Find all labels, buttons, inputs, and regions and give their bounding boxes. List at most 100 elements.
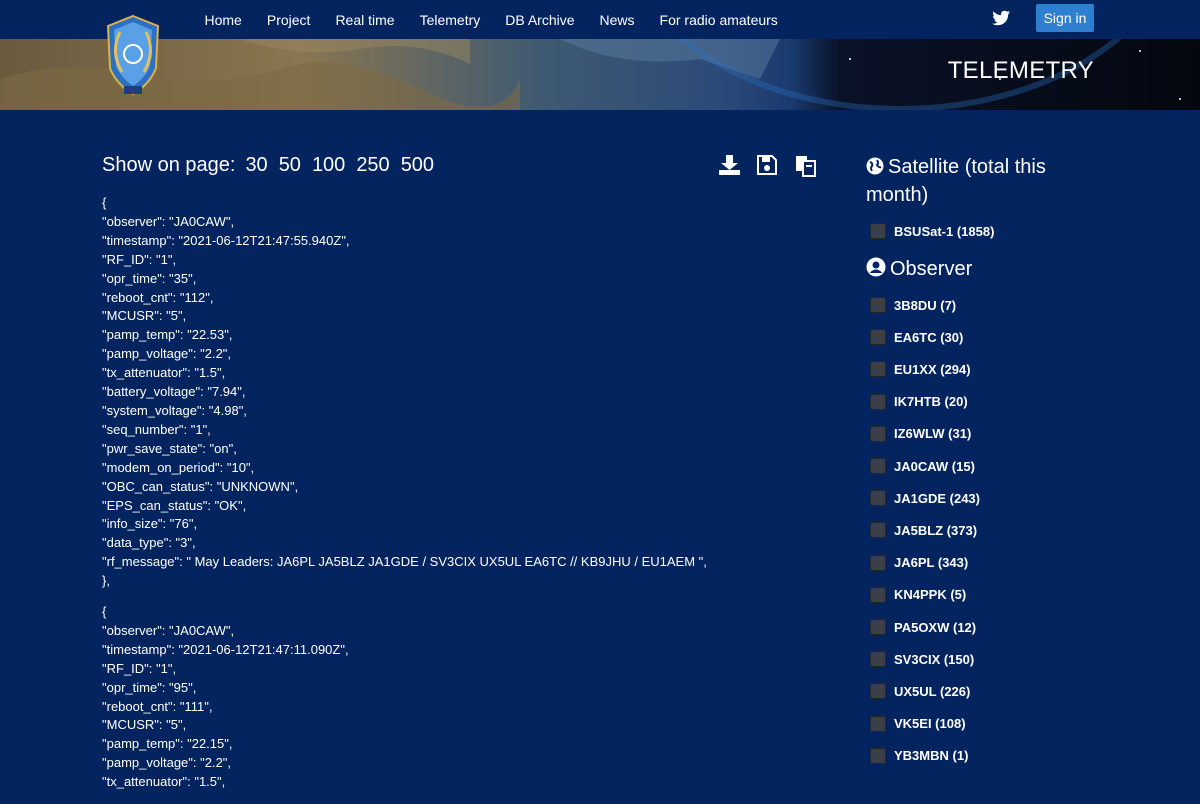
- record-line: "observer": "JA0CAW",: [102, 213, 235, 229]
- observer-filter-item[interactable]: JA0CAW (15): [870, 458, 975, 474]
- record-line: "timestamp": "2021-06-12T21:47:55.940Z",: [102, 232, 350, 248]
- nav-news[interactable]: News: [600, 12, 635, 28]
- observer-filter-item[interactable]: SV3CIX (150): [870, 651, 975, 668]
- observer-filter-label: VK5EI (108): [894, 716, 966, 732]
- record-line: },: [102, 573, 110, 589]
- nav-home[interactable]: Home: [205, 12, 242, 28]
- record-line: "battery_voltage": "7.94",: [102, 384, 246, 400]
- page-size-50[interactable]: 50: [279, 154, 301, 177]
- telemetry-records: { "observer": "JA0CAW", "timestamp": "2021…: [102, 194, 707, 804]
- record-line: "pamp_voltage": "2.2",: [102, 755, 232, 771]
- observer-filter-label: JA6PL (343): [894, 555, 969, 571]
- checkbox[interactable]: [870, 715, 886, 732]
- download-icon[interactable]: [719, 155, 740, 175]
- satellite-heading-label: Satellite (total this month): [866, 156, 1046, 206]
- nav-radio-amateurs[interactable]: For radio amateurs: [660, 12, 778, 28]
- observer-filter-item[interactable]: 3B8DU (7): [870, 297, 956, 313]
- record-line: "timestamp": "2021-06-12T21:47:11.090Z",: [102, 641, 349, 657]
- observer-filter-item[interactable]: JA6PL (343): [870, 554, 969, 571]
- record-line: "RF_ID": "1",: [102, 251, 177, 267]
- telemetry-record: {"observer": "JA0CAW", "timestamp": "2021…: [102, 194, 707, 591]
- page-size-30[interactable]: 30: [245, 154, 267, 177]
- record-line: "rf_message": " May Leaders: JA6PL JA5BL…: [102, 554, 707, 570]
- checkbox[interactable]: [870, 747, 886, 764]
- pagination-bar: Show on page: 30 50 100 250 500: [102, 154, 445, 177]
- observer-filter-item[interactable]: VK5EI (108): [870, 715, 966, 732]
- nav-db-archive[interactable]: DB Archive: [505, 12, 574, 28]
- twitter-icon[interactable]: [992, 10, 1010, 26]
- observer-filter-item[interactable]: JA5BLZ (373): [870, 522, 978, 539]
- observer-filter-label: UX5UL (226): [894, 683, 971, 699]
- checkbox[interactable]: [870, 651, 886, 668]
- observer-filter-label: JA1GDE (243): [894, 490, 980, 506]
- sign-in-button[interactable]: Sign in: [1036, 4, 1094, 32]
- observer-filter-label: SV3CIX (150): [894, 651, 975, 667]
- record-line: "MCUSR": "5",: [102, 717, 187, 733]
- satellite-filter-bsusat-1[interactable]: BSUSat-1 (1858): [870, 223, 994, 239]
- observer-filter-label: EA6TC (30): [894, 329, 964, 345]
- checkbox[interactable]: [870, 223, 886, 239]
- observer-filter-item[interactable]: IK7HTB (20): [870, 393, 968, 410]
- observer-filter-item[interactable]: EU1XX (294): [870, 361, 971, 378]
- observer-filter-label: JA5BLZ (373): [894, 522, 978, 538]
- record-line: "seq_number": "1",: [102, 421, 211, 437]
- observer-heading: Observer: [866, 255, 972, 283]
- observer-filter-label: EU1XX (294): [894, 361, 971, 377]
- observer-filter-item[interactable]: YB3MBN (1): [870, 747, 969, 764]
- checkbox[interactable]: [870, 361, 886, 378]
- record-line: "opr_time": "35",: [102, 270, 197, 286]
- record-line: "pamp_temp": "22.53",: [102, 327, 233, 343]
- observer-filter-label: JA0CAW (15): [894, 458, 975, 474]
- observer-heading-label: Observer: [890, 258, 973, 280]
- checkbox[interactable]: [870, 297, 886, 313]
- checkbox[interactable]: [870, 393, 886, 410]
- record-line: "OBC_can_status": "UNKNOWN",: [102, 478, 299, 494]
- observer-filter-label: KN4PPK (5): [894, 587, 967, 603]
- checkbox[interactable]: [870, 619, 886, 635]
- record-line: "reboot_cnt": "111",: [102, 698, 213, 714]
- page-size-250[interactable]: 250: [356, 154, 389, 177]
- user-circle-icon: [866, 257, 886, 277]
- record-line: "info_size": "76",: [102, 516, 198, 532]
- checkbox[interactable]: [870, 458, 886, 474]
- nav-links: Home Project Real time Telemetry DB Arch…: [192, 0, 790, 39]
- satellite-heading: Satellite (total this month): [866, 153, 1066, 209]
- checkbox[interactable]: [870, 522, 886, 539]
- pagination-label: Show on page:: [102, 154, 236, 176]
- nav-real-time[interactable]: Real time: [335, 12, 394, 28]
- checkbox[interactable]: [870, 490, 886, 507]
- observer-filter-label: PA5OXW (12): [894, 619, 977, 635]
- page-size-500[interactable]: 500: [401, 154, 434, 177]
- record-line: "data_type": "3",: [102, 535, 196, 551]
- observer-filter-item[interactable]: PA5OXW (12): [870, 619, 976, 635]
- nav-telemetry[interactable]: Telemetry: [420, 12, 481, 28]
- observer-filter-label: IZ6WLW (31): [894, 426, 972, 442]
- copy-icon[interactable]: [795, 155, 817, 177]
- top-navbar: Home Project Real time Telemetry DB Arch…: [0, 0, 1200, 39]
- record-line: {: [102, 604, 107, 620]
- hero-banner: TELEMETRY: [0, 39, 1200, 110]
- checkbox[interactable]: [870, 425, 886, 442]
- checkbox[interactable]: [870, 329, 886, 346]
- observer-filter-item[interactable]: EA6TC (30): [870, 329, 964, 346]
- observer-filter-label: YB3MBN (1): [894, 748, 969, 764]
- page-size-100[interactable]: 100: [312, 154, 345, 177]
- checkbox[interactable]: [870, 683, 886, 700]
- record-line: "modem_on_period": "10",: [102, 459, 255, 475]
- telemetry-record: { "observer": "JA0CAW", "timestamp": "2021…: [102, 603, 707, 792]
- record-line: "MCUSR": "5",: [102, 308, 187, 324]
- bsu-logo[interactable]: [100, 12, 166, 98]
- nav-project[interactable]: Project: [267, 12, 311, 28]
- observer-filter-label: 3B8DU (7): [894, 297, 957, 313]
- observer-filter-item[interactable]: KN4PPK (5): [870, 586, 967, 603]
- record-line: "pamp_voltage": "2.2",: [102, 346, 232, 362]
- checkbox[interactable]: [870, 554, 886, 571]
- observer-filter-item[interactable]: IZ6WLW (31): [870, 425, 972, 442]
- record-line: "tx_attenuator": "1.5",: [102, 365, 226, 381]
- observer-filter-item[interactable]: UX5UL (226): [870, 683, 971, 700]
- save-icon[interactable]: [757, 155, 777, 175]
- checkbox[interactable]: [870, 586, 886, 603]
- record-line: "observer": "JA0CAW",: [102, 622, 235, 638]
- observer-filter-item[interactable]: JA1GDE (243): [870, 490, 980, 507]
- record-line: "RF_ID": "1",: [102, 660, 177, 676]
